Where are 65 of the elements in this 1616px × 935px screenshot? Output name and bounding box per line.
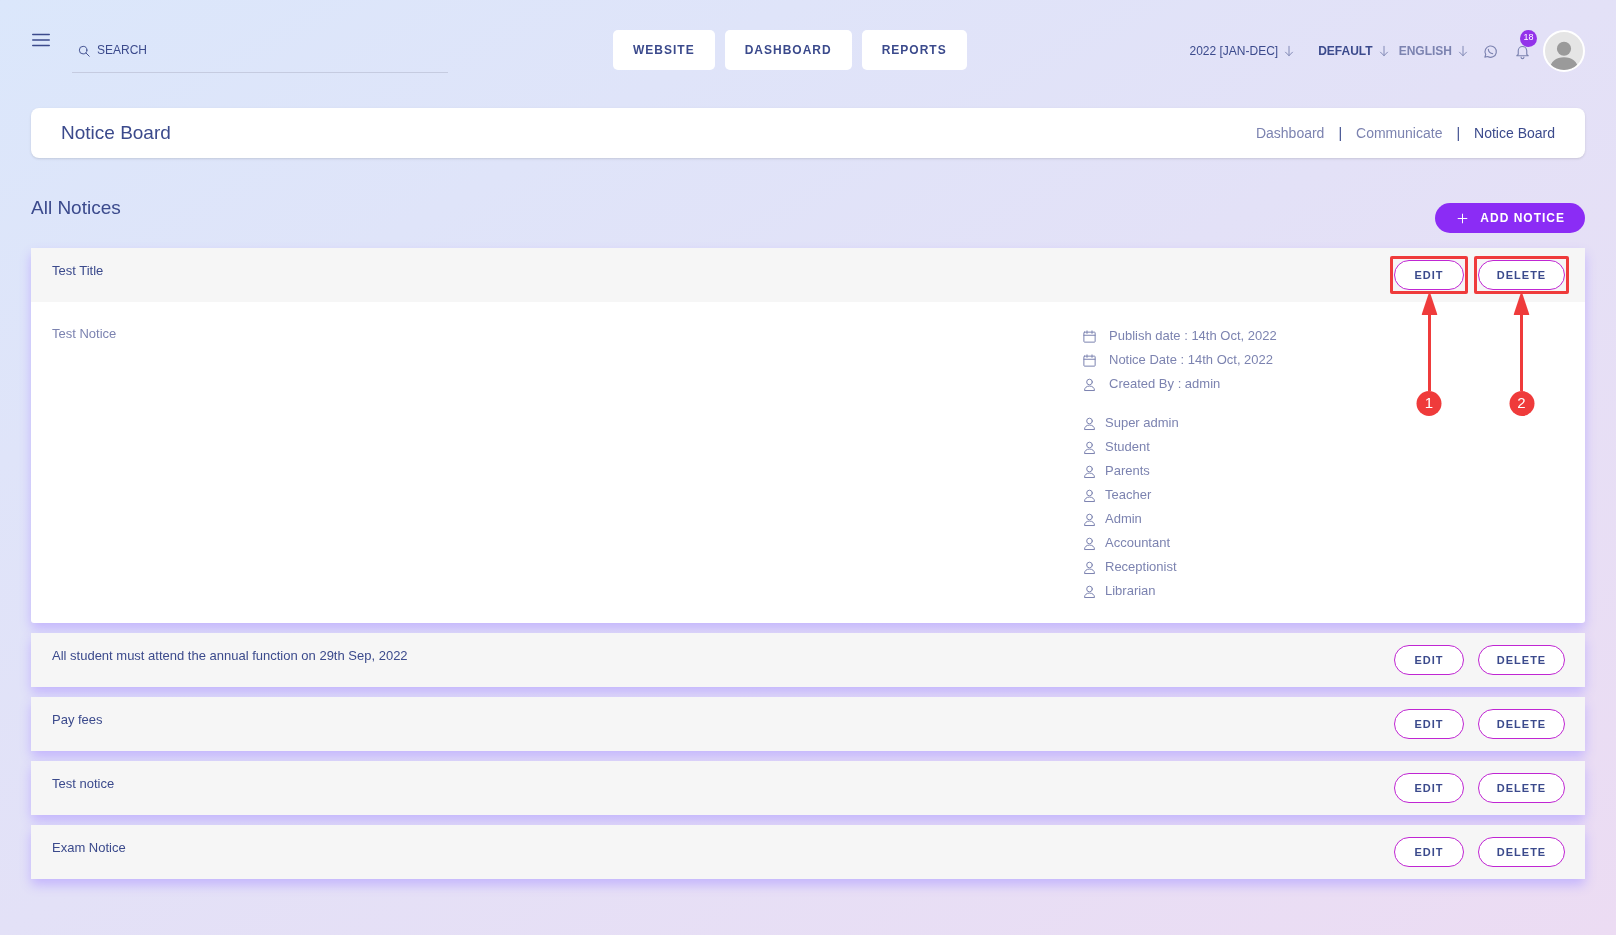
notice-action-button[interactable]: EDIT xyxy=(1394,260,1464,290)
notice-body: Test Notice xyxy=(52,325,118,343)
breadcrumb-link[interactable]: Notice Board xyxy=(1474,122,1555,144)
user-icon xyxy=(1082,535,1097,551)
notice-action-button[interactable]: EDIT xyxy=(1394,645,1464,675)
search-field[interactable]: SEARCH xyxy=(72,28,448,73)
notice-title[interactable]: Test Title xyxy=(52,261,104,281)
calendar-icon xyxy=(1082,328,1097,344)
notice-card[interactable]: Pay fees EDIT DELETE xyxy=(31,697,1585,751)
dropdown-label[interactable]: DEFAULT xyxy=(1318,42,1373,60)
notice-card[interactable]: All student must attend the annual function on 29th Sep, 2022 EDIT DELETE xyxy=(31,633,1585,687)
audience-item: Accountant xyxy=(1105,534,1171,553)
breadcrumb-separator: | xyxy=(1456,123,1461,143)
user-icon xyxy=(1082,463,1097,479)
user-icon xyxy=(1082,511,1097,527)
notice-detail: Publish date : 14th Oct, 2022 xyxy=(1109,327,1277,346)
notice-action-button[interactable]: DELETE xyxy=(1478,773,1565,803)
notice-card[interactable]: Test Title EDIT 1 DELETE 2 Test Notice Publish date : 14th Oct, 2022 Notice Date : 14th Oct, 2022 Created By : admin Super admin Student Parents Teacher Admin Accountant Receptionist Librarian xyxy=(31,248,1585,623)
notice-card[interactable]: Test notice EDIT DELETE xyxy=(31,761,1585,815)
arrow-down-icon xyxy=(1456,44,1470,58)
notice-action-button[interactable]: DELETE xyxy=(1478,260,1565,290)
breadcrumb-link[interactable]: Communicate xyxy=(1356,122,1443,144)
notice-action-button[interactable]: DELETE xyxy=(1478,645,1565,675)
section-title: All Notices xyxy=(31,195,121,220)
audience-item: Parents xyxy=(1105,462,1150,481)
nav-button[interactable]: DASHBOARD xyxy=(724,30,852,70)
notice-title[interactable]: Exam Notice xyxy=(52,838,126,858)
notification-badge: 18 xyxy=(1520,29,1537,47)
avatar[interactable] xyxy=(1543,30,1585,72)
audience-item: Super admin xyxy=(1105,414,1179,433)
notice-action-button[interactable]: EDIT xyxy=(1394,837,1464,867)
notice-card[interactable]: Exam Notice EDIT DELETE xyxy=(31,825,1585,879)
user-icon xyxy=(1082,583,1097,599)
notice-title[interactable]: Pay fees xyxy=(52,710,103,730)
audience-item: Librarian xyxy=(1105,582,1156,601)
dropdown-label[interactable]: 2022 [JAN-DEC] xyxy=(1189,42,1279,60)
nav-button[interactable]: WEBSITE xyxy=(613,30,715,70)
chat-icon xyxy=(1482,42,1499,60)
user-icon xyxy=(1082,487,1097,503)
breadcrumb-link[interactable]: Dashboard xyxy=(1255,122,1325,144)
audience-item: Receptionist xyxy=(1105,558,1177,577)
annotation-number: 1 xyxy=(1416,391,1442,416)
notice-title[interactable]: Test notice xyxy=(52,774,115,794)
notice-detail: Created By : admin xyxy=(1109,375,1221,394)
breadcrumb-separator: | xyxy=(1338,123,1343,143)
user-icon xyxy=(1082,439,1097,455)
user-icon xyxy=(1082,376,1097,392)
nav-button[interactable]: REPORTS xyxy=(861,30,967,70)
add-notice-button[interactable]: ADD NOTICE xyxy=(1435,203,1585,233)
notice-detail: Notice Date : 14th Oct, 2022 xyxy=(1109,351,1274,370)
user-icon xyxy=(1082,559,1097,575)
search-icon xyxy=(77,44,91,58)
audience-item: Student xyxy=(1105,438,1150,457)
user-icon xyxy=(1082,415,1097,431)
plus-icon xyxy=(1455,210,1471,226)
notice-title[interactable]: All student must attend the annual function on 29th Sep, 2022 xyxy=(52,646,408,666)
notice-action-button[interactable]: EDIT xyxy=(1394,773,1464,803)
audience-item: Admin xyxy=(1105,510,1142,529)
notice-action-button[interactable]: EDIT xyxy=(1394,709,1464,739)
annotation-number: 2 xyxy=(1509,391,1534,416)
calendar-icon xyxy=(1082,352,1097,368)
page-title: Notice Board xyxy=(61,120,171,145)
notice-action-button[interactable]: DELETE xyxy=(1478,837,1565,867)
notice-action-button[interactable]: DELETE xyxy=(1478,709,1565,739)
audience-item: Teacher xyxy=(1105,486,1152,505)
